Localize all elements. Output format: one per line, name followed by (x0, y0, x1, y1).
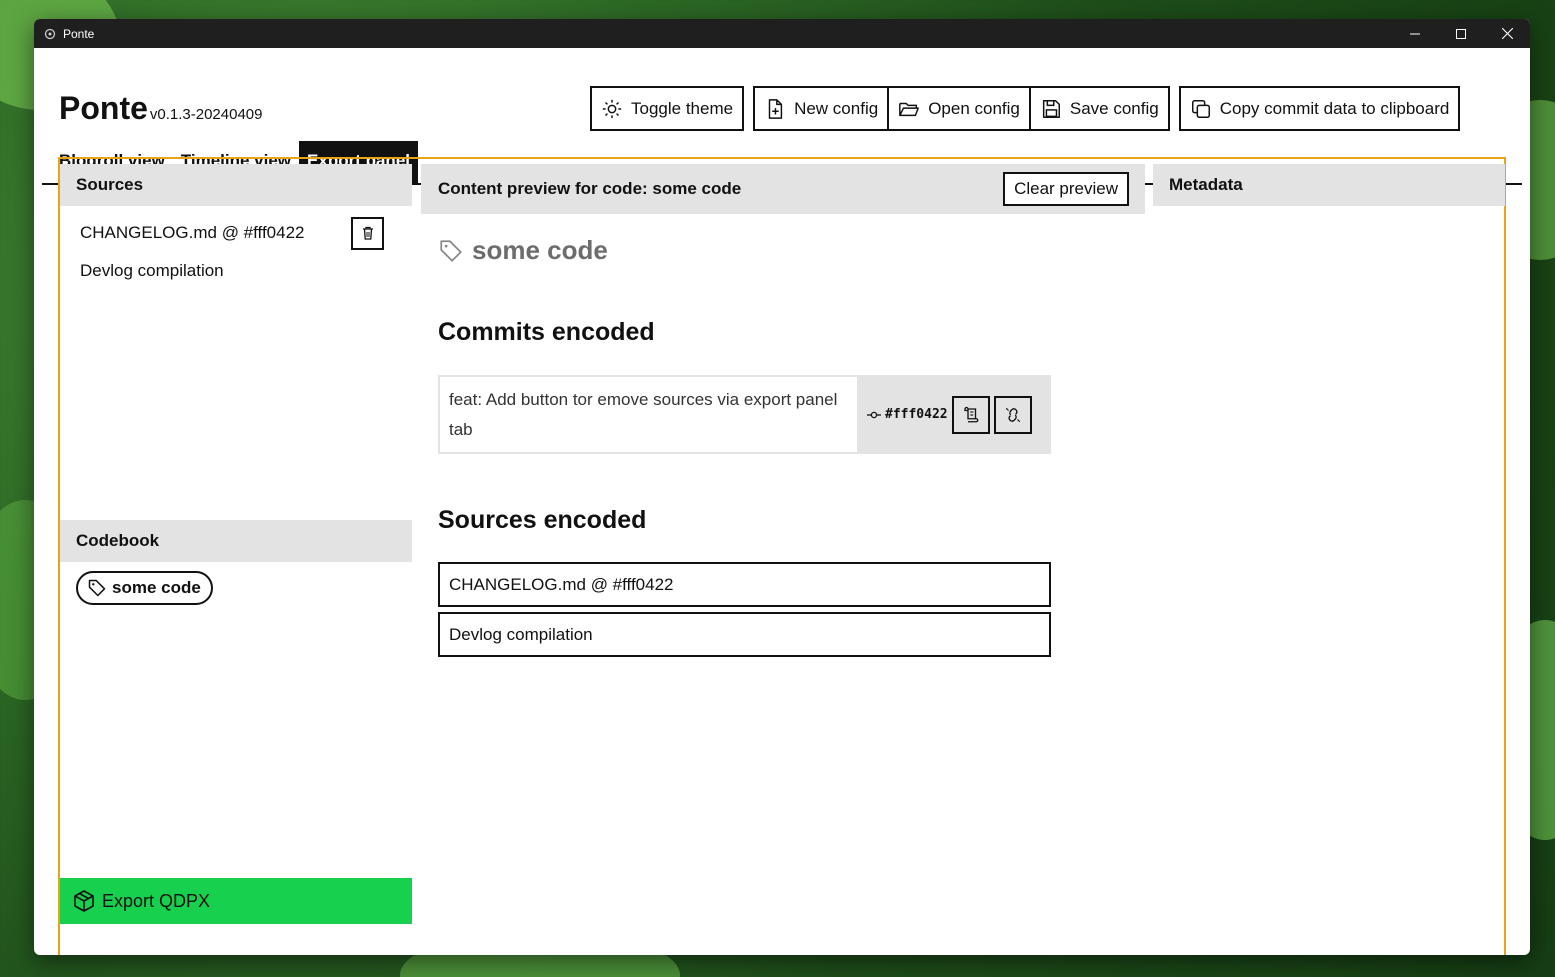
code-chip[interactable]: some code (76, 571, 213, 605)
trash-icon (362, 226, 373, 240)
source-item[interactable]: CHANGELOG.md @ #fff0422 (80, 214, 412, 252)
commit-message: feat: Add button tor emove sources via e… (449, 390, 838, 439)
copy-icon (1191, 99, 1210, 118)
toggle-theme-button[interactable]: Toggle theme (590, 86, 745, 131)
sources-list: CHANGELOG.md @ #fff0422 Devlog compilati… (60, 206, 412, 290)
copy-commit-label: Copy commit data to clipboard (1219, 98, 1450, 118)
git-commit-icon (867, 411, 881, 418)
code-name: some code (472, 235, 608, 265)
scroll-icon (963, 406, 978, 422)
export-panel: Sources CHANGELOG.md @ #fff0422 Devlog c… (58, 157, 1506, 955)
new-config-button[interactable]: New config (753, 86, 890, 131)
code-chip-label: some code (112, 578, 201, 597)
commit-hash: #fff0422 (885, 407, 948, 422)
save-config-label: Save config (1069, 98, 1159, 118)
toolbar: Toggle theme New config Open config Save… (590, 86, 1461, 131)
floppy-disk-icon (1042, 99, 1060, 118)
source-label: CHANGELOG.md @ #fff0422 (80, 223, 305, 242)
open-config-button[interactable]: Open config (889, 86, 1031, 131)
minimize-button[interactable] (1392, 19, 1438, 48)
tag-icon (88, 579, 106, 597)
unlink-commit-button[interactable] (993, 395, 1032, 434)
source-item[interactable]: Devlog compilation (80, 252, 412, 290)
remove-source-button[interactable] (351, 216, 384, 250)
copy-commit-button[interactable]: Copy commit data to clipboard (1178, 86, 1461, 131)
app-window: Ponte Ponte v0.1.3-20240409 Toggle theme… (34, 19, 1530, 955)
brand: Ponte v0.1.3-20240409 (59, 90, 263, 127)
app-header: Ponte v0.1.3-20240409 Toggle theme New c… (34, 48, 1530, 185)
window-title: Ponte (63, 26, 95, 41)
app-name: Ponte (59, 90, 148, 126)
left-column: Sources CHANGELOG.md @ #fff0422 Devlog c… (60, 164, 412, 944)
unlink-icon (1005, 407, 1020, 422)
maximize-icon (1456, 28, 1466, 39)
content-preview: Content preview for code: some code Clea… (421, 164, 1145, 662)
package-icon (74, 890, 94, 912)
preview-heading: Content preview for code: some code (438, 179, 742, 198)
app-icon (44, 28, 56, 40)
metadata-heading: Metadata (1153, 164, 1505, 206)
sources-encoded-heading: Sources encoded (438, 506, 647, 534)
metadata-panel: Metadata (1153, 164, 1505, 206)
commits-heading: Commits encoded (438, 318, 655, 346)
code-title: some code (438, 235, 1145, 266)
clear-preview-button[interactable]: Clear preview (1003, 172, 1129, 206)
new-config-label: New config (794, 98, 879, 118)
export-qdpx-label: Export QDPX (102, 890, 211, 911)
folder-open-icon (899, 102, 920, 116)
preview-header: Content preview for code: some code Clea… (421, 164, 1145, 214)
codebook-heading: Codebook (60, 520, 412, 562)
encoded-source-item[interactable]: Devlog compilation (438, 612, 1051, 657)
maximize-button[interactable] (1438, 19, 1484, 48)
open-config-label: Open config (928, 98, 1020, 118)
app-version: v0.1.3-20240409 (149, 106, 263, 123)
toggle-theme-label: Toggle theme (631, 98, 734, 118)
view-commit-button[interactable] (951, 395, 990, 434)
sources-heading: Sources (60, 164, 412, 206)
tag-icon (440, 239, 462, 262)
close-icon (1501, 28, 1513, 39)
commit-meta: #fff0422 (857, 377, 1049, 452)
encoded-source-item[interactable]: CHANGELOG.md @ #fff0422 (438, 562, 1051, 607)
minimize-icon (1410, 33, 1420, 34)
file-plus-icon (768, 98, 783, 119)
source-label: Devlog compilation (80, 261, 224, 280)
codebook-section: Codebook some code (60, 520, 412, 605)
close-button[interactable] (1484, 19, 1530, 48)
title-bar: Ponte (34, 19, 1530, 48)
save-config-button[interactable]: Save config (1030, 86, 1170, 131)
commit-card: feat: Add button tor emove sources via e… (438, 375, 1051, 454)
export-qdpx-button[interactable]: Export QDPX (60, 878, 412, 924)
sun-icon (602, 99, 622, 118)
